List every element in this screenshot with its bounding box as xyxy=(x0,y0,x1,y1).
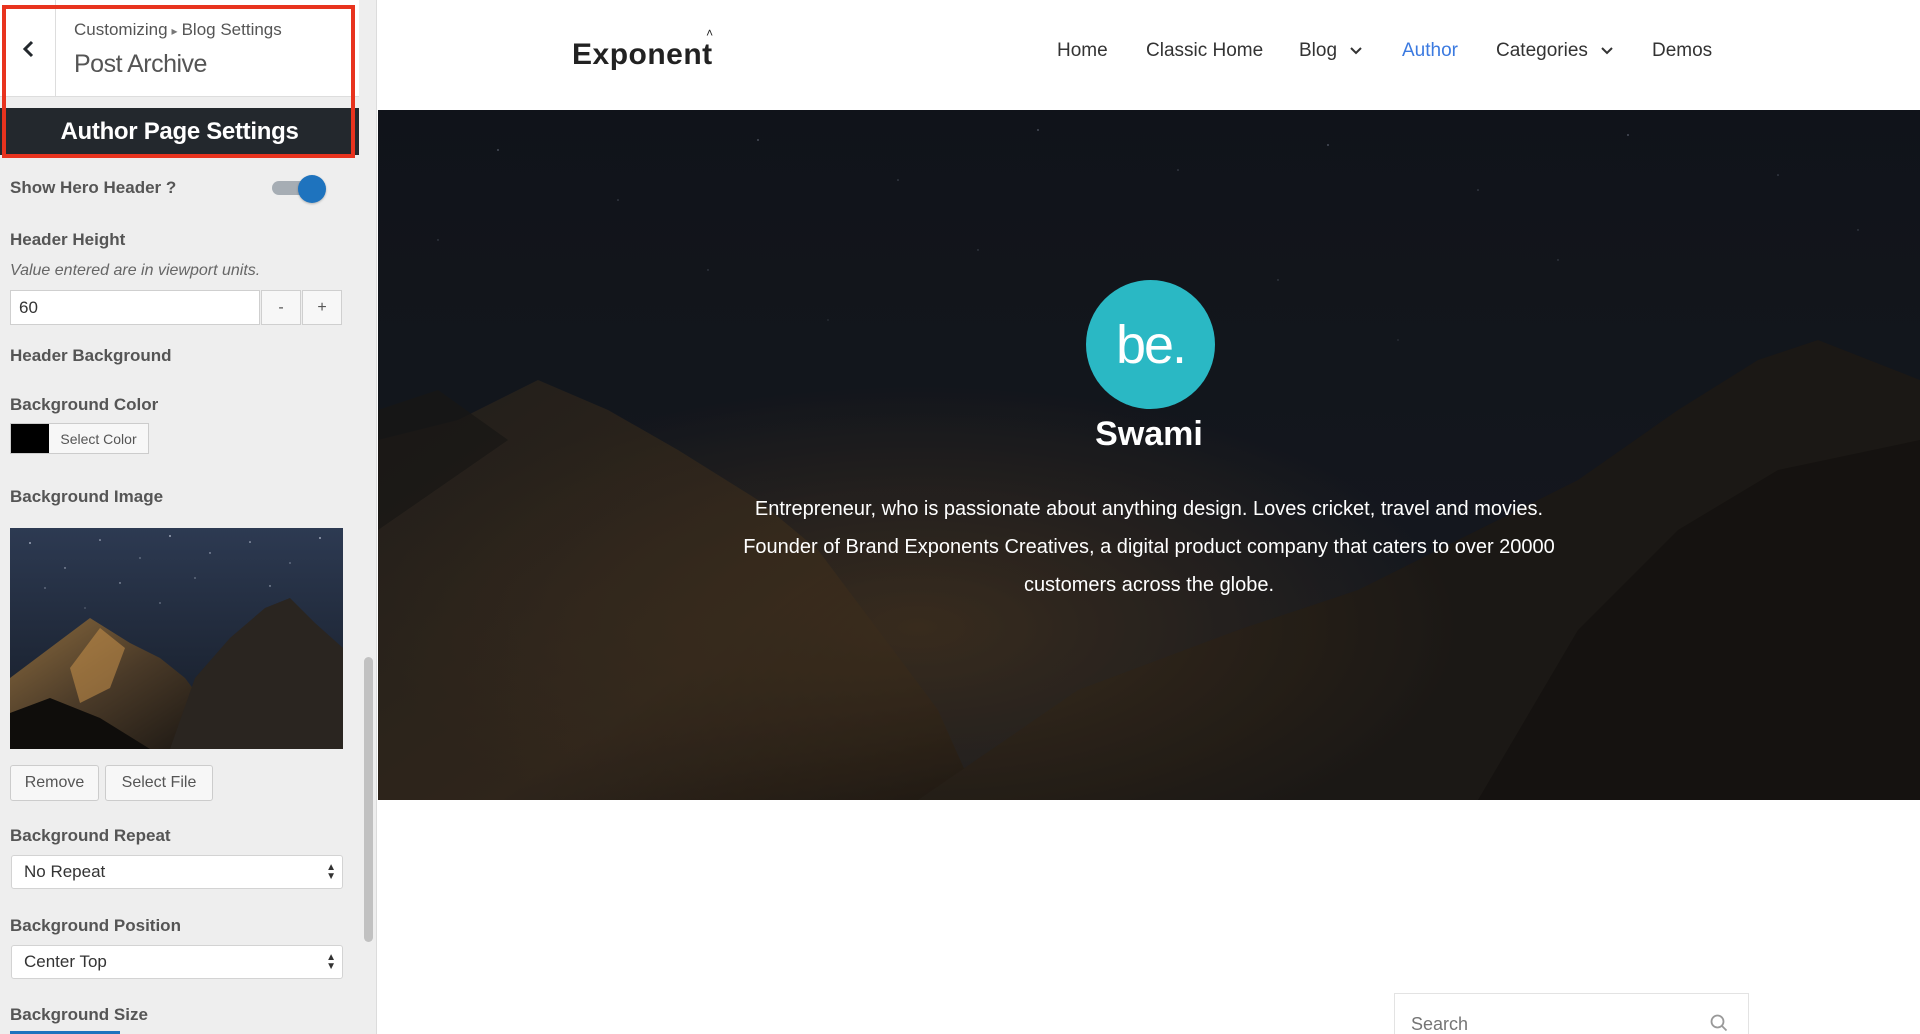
hero-background-image xyxy=(378,110,1920,800)
chevron-down-icon xyxy=(1601,47,1613,55)
background-image-label: Background Image xyxy=(10,487,164,506)
chevron-left-icon xyxy=(22,40,33,57)
section-title: Post Archive xyxy=(74,50,207,78)
toggle-knob xyxy=(298,175,326,203)
sidebar-scrollbar[interactable] xyxy=(364,657,373,942)
select-color-button[interactable]: Select Color xyxy=(49,423,149,454)
site-logo[interactable]: Exponent ˄ xyxy=(572,26,713,72)
search-widget xyxy=(1394,993,1749,1034)
search-icon[interactable] xyxy=(1710,1014,1728,1032)
hero-header: be. Swami Entrepreneur, who is passionat… xyxy=(378,110,1920,800)
nav-author[interactable]: Author xyxy=(1402,40,1458,62)
color-swatch[interactable] xyxy=(10,423,50,454)
nav-categories[interactable]: Categories xyxy=(1496,40,1613,62)
nav-classic-home[interactable]: Classic Home xyxy=(1146,40,1263,62)
background-size-label: Background Size xyxy=(10,1005,148,1024)
show-hero-header-label: Show Hero Header ? xyxy=(10,178,177,197)
decrement-button[interactable]: - xyxy=(261,290,301,325)
select-arrows-icon: ▲ ▼ xyxy=(326,952,336,972)
nav-home[interactable]: Home xyxy=(1057,40,1108,62)
author-bio-line: customers across the globe. xyxy=(1023,574,1275,596)
breadcrumb-parent: Blog Settings xyxy=(181,20,282,39)
chevron-down-icon xyxy=(1350,47,1363,55)
nav-blog-label: Blog xyxy=(1299,40,1338,61)
background-repeat-label: Background Repeat xyxy=(10,826,171,845)
site-header: Exponent ˄ Home Classic Home Blog Author … xyxy=(378,0,1920,110)
customizer-header: Customizing ▸ Blog Settings Post Archive xyxy=(0,0,359,97)
avatar-text: be. xyxy=(1115,314,1187,375)
author-name: Swami xyxy=(1095,415,1203,453)
header-height-label: Header Height xyxy=(10,230,126,249)
background-repeat-value: No Repeat xyxy=(24,862,106,881)
logo-mark: ˄ xyxy=(706,26,714,40)
increment-button[interactable]: + xyxy=(302,290,342,325)
search-input[interactable] xyxy=(1411,1010,1691,1034)
nav-demos[interactable]: Demos xyxy=(1652,40,1712,62)
background-position-label: Background Position xyxy=(10,916,181,935)
header-background-label: Header Background xyxy=(10,346,172,365)
back-button[interactable] xyxy=(0,0,56,97)
background-position-value: Center Top xyxy=(24,952,107,971)
breadcrumb-root: Customizing xyxy=(74,20,168,39)
author-bio: Entrepreneur, who is passionate about an… xyxy=(698,490,1600,604)
background-repeat-select[interactable]: No Repeat ▲ ▼ xyxy=(11,855,343,889)
mountain-night-image xyxy=(10,528,343,749)
panel-title-bar: Author Page Settings xyxy=(0,108,359,155)
breadcrumb: Customizing ▸ Blog Settings xyxy=(74,20,282,40)
show-hero-header-toggle[interactable] xyxy=(272,175,326,203)
background-image-thumbnail[interactable] xyxy=(10,528,343,749)
background-position-select[interactable]: Center Top ▲ ▼ xyxy=(11,945,343,979)
site-preview: Exponent ˄ Home Classic Home Blog Author … xyxy=(378,0,1920,1034)
site-logo-text: Exponent xyxy=(572,38,713,71)
header-height-input[interactable] xyxy=(10,290,260,325)
header-height-description: Value entered are in viewport units. xyxy=(10,262,261,279)
customizer-sidebar: Customizing ▸ Blog Settings Post Archive A… xyxy=(0,0,377,1034)
breadcrumb-separator: ▸ xyxy=(171,24,178,38)
author-bio-line: Founder of Brand Exponents Creatives, a … xyxy=(743,536,1555,558)
remove-image-button[interactable]: Remove xyxy=(10,765,99,801)
background-color-label: Background Color xyxy=(10,395,159,414)
nav-categories-label: Categories xyxy=(1496,40,1588,61)
panel-title: Author Page Settings xyxy=(60,117,299,145)
select-file-button[interactable]: Select File xyxy=(105,765,213,801)
nav-blog[interactable]: Blog xyxy=(1299,40,1363,62)
author-avatar: be. xyxy=(1086,280,1215,409)
author-bio-line: Entrepreneur, who is passionate about an… xyxy=(754,498,1544,520)
select-arrows-icon: ▲ ▼ xyxy=(326,862,336,882)
